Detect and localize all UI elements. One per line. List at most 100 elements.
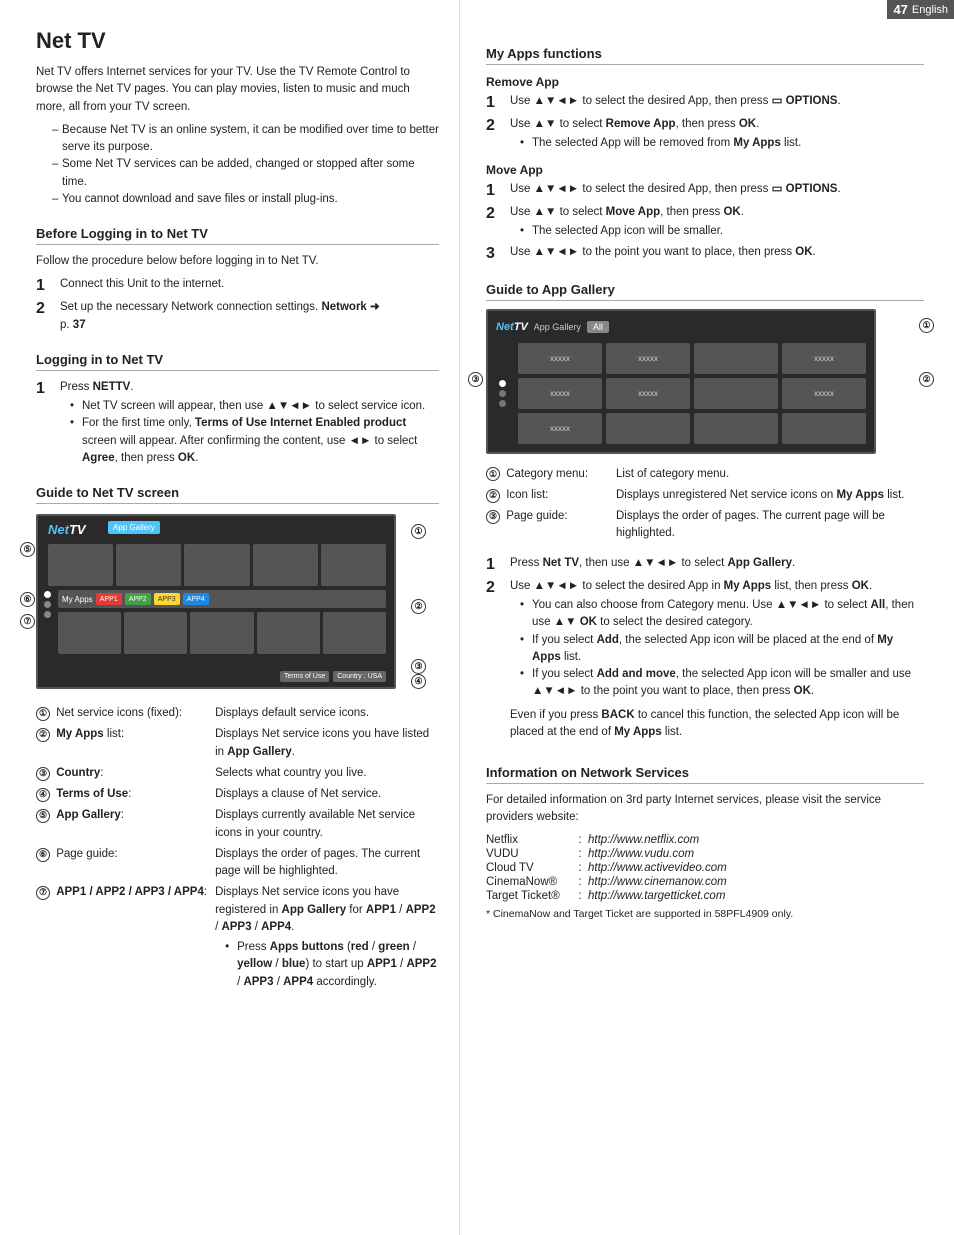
annotation-desc-4: Displays a clause of Net service. — [215, 784, 439, 805]
ag-annotations-table: ① Category menu: List of category menu. … — [486, 464, 924, 545]
nettv-diagram: NetTV App Gallery — [36, 514, 396, 689]
annotation-desc-3: Selects what country you live. — [215, 763, 439, 784]
ag-dot-1 — [499, 390, 506, 397]
step-num-2: 2 — [36, 299, 54, 318]
footnote: * CinemaNow and Target Ticket are suppor… — [486, 907, 924, 923]
move-step-content-1: Use ▲▼◄► to select the desired App, then… — [510, 181, 924, 198]
callout-circle-2: ② — [411, 599, 426, 614]
service-row-netflix: Netflix : http://www.netflix.com — [486, 833, 924, 847]
ag-bullet-1: You can also choose from Category menu. … — [520, 597, 924, 632]
ag-annotation-row-2: ② Icon list: Displays unregistered Net s… — [486, 485, 924, 506]
main-title: Net TV — [36, 28, 439, 54]
ag-callout-circle-2: ② — [919, 372, 934, 387]
icon-cell-2 — [116, 544, 181, 586]
appgallery-section-title: Guide to App Gallery — [486, 282, 924, 301]
callout-circle-4: ④ — [411, 674, 426, 689]
ag-cell-5: xxxxx — [518, 378, 602, 409]
ag-cell-2: xxxxx — [606, 343, 690, 374]
ag-grid: xxxxx xxxxx xxxxx xxxxx xxxxx xxxxx xxxx… — [518, 343, 866, 444]
desc-num-1: ① — [36, 707, 50, 721]
callout-2: ② — [411, 599, 426, 614]
page-dot-2 — [44, 611, 51, 618]
ag-cell-label-2: xxxxx — [638, 354, 658, 363]
ag-cell-1: xxxxx — [518, 343, 602, 374]
desc-num-6: ⑥ — [36, 848, 50, 862]
ag-annotation-row-1: ① Category menu: List of category menu. — [486, 464, 924, 485]
login-steps: 1 Press NETTV. Net TV screen will appear… — [36, 379, 439, 467]
annotation-label-1: ① Net service icons (fixed): — [36, 703, 215, 724]
annotation-row-3: ③ Country: Selects what country you live… — [36, 763, 439, 784]
ag-header: NetTV App Gallery All — [496, 316, 866, 338]
callout-circle-7: ⑦ — [20, 614, 35, 629]
ag-bullet-3: If you select Add and move, the selected… — [520, 666, 924, 701]
ag-step-content-2: Use ▲▼◄► to select the desired App in My… — [510, 578, 924, 747]
section-login-title: Logging in to Net TV — [36, 352, 439, 371]
desc-num-3: ③ — [36, 767, 50, 781]
ag-cell-label-8: xxxxx — [814, 389, 834, 398]
before-login-steps: 1 Connect this Unit to the internet. 2 S… — [36, 276, 439, 334]
move-app-title: Move App — [486, 163, 924, 177]
section-before-login-title: Before Logging in to Net TV — [36, 226, 439, 245]
annotation-row-2: ② My Apps list: Displays Net service ico… — [36, 724, 439, 763]
service-name-targetticket: Target Ticket® — [486, 889, 576, 903]
ag-annotation-label-3: ③ Page guide: — [486, 506, 616, 545]
move-step-2: 2 Use ▲▼ to select Move App, then press … — [486, 204, 924, 241]
ag-cell-label-1: xxxxx — [550, 354, 570, 363]
ag-cell-label-6: xxxxx — [638, 389, 658, 398]
myapps-bar: My Apps APP1 APP2 APP3 APP4 — [58, 590, 386, 608]
ag-dot-2 — [499, 400, 506, 407]
ag-annotation-label-2: ② Icon list: — [486, 485, 616, 506]
app4-cell: APP4 — [183, 593, 209, 605]
annotation-row-6: ⑥ Page guide: Displays the order of page… — [36, 844, 439, 883]
annotations-table: ① Net service icons (fixed): Displays de… — [36, 703, 439, 993]
ag-annotation-label-1: ① Category menu: — [486, 464, 616, 485]
page-number-bar: 47 English — [887, 0, 954, 19]
desc-num-7: ⑦ — [36, 886, 50, 900]
left-column: Net TV Net TV offers Internet services f… — [0, 0, 460, 1235]
ag-bullet-2: If you select Add, the selected App icon… — [520, 632, 924, 667]
ag-cell-4: xxxxx — [782, 343, 866, 374]
move-step-1: 1 Use ▲▼◄► to select the desired App, th… — [486, 181, 924, 200]
ag-cell-12 — [782, 413, 866, 444]
annotation-row-1: ① Net service icons (fixed): Displays de… — [36, 703, 439, 724]
service-url-cloudtv: http://www.activevideo.com — [588, 861, 924, 875]
section-guide-title: Guide to Net TV screen — [36, 485, 439, 504]
ag-callout-circle-3: ③ — [468, 372, 483, 387]
icon-cell-r2-5 — [323, 612, 386, 654]
callout-6: ⑥ — [20, 592, 35, 607]
page-guide-dots — [44, 591, 51, 618]
icon-cell-r2-2 — [124, 612, 187, 654]
annotation-label-5: ⑤ App Gallery: — [36, 805, 215, 844]
login-step-content: Press NETTV. Net TV screen will appear, … — [60, 379, 439, 467]
step-num-1: 1 — [36, 276, 54, 295]
page-dot-active — [44, 591, 51, 598]
annotation-row-4: ④ Terms of Use: Displays a clause of Net… — [36, 784, 439, 805]
country-btn: Country : USA — [333, 671, 386, 682]
app3-cell: APP3 — [154, 593, 180, 605]
ag-cell-11 — [694, 413, 778, 444]
appgallery-steps: 1 Press Net TV, then use ▲▼◄► to select … — [486, 555, 924, 747]
icon-cell-r2-4 — [257, 612, 320, 654]
ag-tab-label: App Gallery — [534, 322, 581, 332]
icon-row-2 — [58, 612, 386, 654]
ag-cell-label-5: xxxxx — [550, 389, 570, 398]
service-url-netflix: http://www.netflix.com — [588, 833, 924, 847]
ag-cell-label-4: xxxxx — [814, 354, 834, 363]
callout-circle-1: ① — [411, 524, 426, 539]
callout-1: ① — [411, 524, 426, 539]
desc-num-5: ⑤ — [36, 809, 50, 823]
desc-num-4: ④ — [36, 788, 50, 802]
page-number: 47 — [893, 2, 907, 17]
annotation-label-4: ④ Terms of Use: — [36, 784, 215, 805]
ag-annotation-desc-3: Displays the order of pages. The current… — [616, 506, 924, 545]
bullet-2: Some Net TV services can be added, chang… — [52, 156, 439, 191]
move-step-num-1: 1 — [486, 181, 504, 200]
remove-bullet-1: The selected App will be removed from My… — [520, 135, 924, 152]
ag-cell-3 — [694, 343, 778, 374]
ag-desc-num-2: ② — [486, 489, 500, 503]
before-login-intro: Follow the procedure below before loggin… — [36, 253, 439, 270]
service-name-cinemanow: CinemaNow® — [486, 875, 576, 889]
fixed-icons-row — [48, 544, 386, 586]
services-table: Netflix : http://www.netflix.com VUDU : … — [486, 833, 924, 903]
ag-step-content-1: Press Net TV, then use ▲▼◄► to select Ap… — [510, 555, 924, 572]
